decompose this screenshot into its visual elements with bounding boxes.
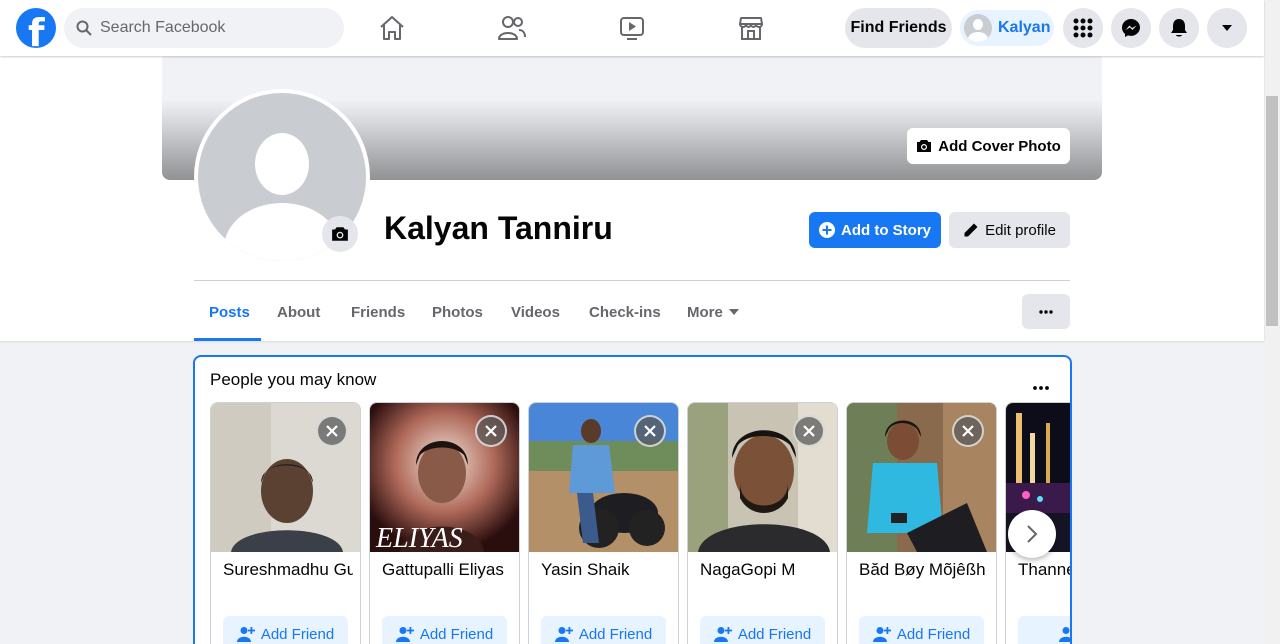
search-icon	[76, 20, 92, 36]
suggestion-name[interactable]: Sureshmadhu Gu	[223, 560, 353, 580]
dismiss-suggestion-button[interactable]	[316, 415, 348, 447]
edit-profile-label: Edit profile	[985, 221, 1056, 239]
scrollbar-thumb[interactable]	[1266, 96, 1278, 326]
friends-icon	[498, 16, 526, 40]
more-dots-icon	[1039, 309, 1053, 314]
suggestion-name[interactable]: Thanne	[1018, 560, 1070, 580]
account-button[interactable]	[1207, 8, 1247, 48]
add-friend-button[interactable]: Add Friend	[700, 616, 825, 644]
nav-friends[interactable]	[456, 4, 568, 52]
add-friend-icon	[1059, 627, 1070, 642]
photo-caption-text: ELIYAS	[375, 523, 463, 552]
plus-circle-icon	[819, 222, 835, 238]
edit-profile-button[interactable]: Edit profile	[949, 212, 1070, 248]
tab-videos[interactable]: Videos	[511, 282, 560, 342]
profile-name: Kalyan Tanniru	[384, 210, 613, 246]
add-to-story-label: Add to Story	[841, 221, 931, 239]
suggestion-name[interactable]: NagaGopi M	[700, 560, 830, 580]
page-scrollbar[interactable]	[1264, 0, 1280, 644]
profile-shortcut[interactable]: Kalyan	[960, 10, 1054, 46]
carousel-next-button[interactable]	[1008, 510, 1056, 558]
add-friend-icon	[554, 627, 573, 642]
people-you-may-know-title: People you may know	[210, 370, 377, 389]
tab-posts[interactable]: Posts	[209, 282, 250, 342]
avatar	[964, 14, 992, 42]
messenger-button[interactable]	[1111, 8, 1151, 48]
messenger-icon	[1122, 19, 1140, 37]
add-friend-label: Add Friend	[419, 625, 494, 643]
add-friend-label: Add Friend	[896, 625, 971, 643]
nav-marketplace[interactable]	[695, 4, 807, 52]
tab-check-ins[interactable]: Check-ins	[589, 282, 661, 342]
close-icon	[803, 425, 815, 437]
close-icon	[644, 425, 656, 437]
people-you-may-know-panel: People you may know Sureshmadhu Gu Add F…	[193, 355, 1072, 644]
more-dots-icon	[1033, 386, 1049, 390]
dismiss-suggestion-button[interactable]	[634, 415, 666, 447]
caret-down-icon	[1222, 25, 1232, 31]
chevron-right-icon	[1027, 525, 1038, 543]
add-friend-button[interactable]: Add Friend	[541, 616, 666, 644]
tab-photos[interactable]: Photos	[432, 282, 483, 342]
add-friend-label: Add Friend	[260, 625, 335, 643]
add-friend-button[interactable]: Ad	[1018, 616, 1070, 644]
notifications-button[interactable]	[1159, 8, 1199, 48]
add-friend-icon	[713, 627, 732, 642]
top-navigation-bar: f Find Friends Kalyan	[0, 0, 1264, 56]
update-profile-picture-button[interactable]	[322, 216, 358, 252]
profile-more-options-button[interactable]	[1022, 294, 1070, 329]
suggestion-name[interactable]: Gattupalli Eliyas	[382, 560, 512, 580]
close-icon	[485, 425, 497, 437]
add-friend-icon	[872, 627, 891, 642]
add-to-story-button[interactable]: Add to Story	[809, 212, 941, 248]
find-friends-button[interactable]: Find Friends	[845, 8, 952, 48]
tab-about[interactable]: About	[277, 282, 320, 342]
add-friend-label: Add Friend	[737, 625, 812, 643]
add-friend-button[interactable]: Add Friend	[859, 616, 984, 644]
add-friend-button[interactable]: Add Friend	[223, 616, 348, 644]
facebook-logo[interactable]: f	[16, 8, 56, 48]
suggestion-name[interactable]: Yasin Shaik	[541, 560, 671, 580]
add-cover-photo-button[interactable]: Add Cover Photo	[907, 128, 1070, 164]
camera-icon	[332, 227, 348, 241]
pymk-options-button[interactable]	[1033, 377, 1049, 395]
close-icon	[326, 425, 338, 437]
profile-shortcut-name: Kalyan	[998, 19, 1051, 36]
tab-more[interactable]: More	[687, 282, 739, 342]
marketplace-icon	[739, 17, 763, 40]
add-friend-button[interactable]: Add Friend	[382, 616, 507, 644]
close-icon	[962, 425, 974, 437]
suggestion-card[interactable]: Băd Bøy Mõjêßh Add Friend	[846, 402, 997, 644]
menu-button[interactable]	[1063, 8, 1103, 48]
tab-more-label: More	[687, 303, 723, 321]
bell-icon	[1171, 19, 1187, 37]
suggestion-name[interactable]: Băd Bøy Mõjêßh	[859, 560, 989, 580]
nav-home[interactable]	[336, 4, 448, 52]
video-icon	[620, 17, 644, 40]
home-icon	[380, 16, 404, 40]
add-friend-label: Add Friend	[578, 625, 653, 643]
add-friend-icon	[236, 627, 255, 642]
active-tab-indicator	[194, 338, 261, 341]
suggestion-card[interactable]: Sureshmadhu Gu Add Friend	[210, 402, 361, 644]
add-friend-icon	[395, 627, 414, 642]
camera-icon	[917, 140, 932, 152]
search-box[interactable]	[64, 8, 344, 48]
grid-menu-icon	[1073, 18, 1093, 38]
caret-down-icon	[728, 309, 739, 315]
header-divider	[194, 280, 1070, 281]
search-input[interactable]	[100, 8, 330, 48]
dismiss-suggestion-button[interactable]	[793, 415, 825, 447]
suggestion-card[interactable]: NagaGopi M Add Friend	[687, 402, 838, 644]
tab-friends[interactable]: Friends	[351, 282, 405, 342]
dismiss-suggestion-button[interactable]	[475, 415, 507, 447]
add-cover-photo-label: Add Cover Photo	[938, 137, 1061, 155]
pencil-icon	[964, 223, 978, 237]
suggestion-card[interactable]: ELIYAS Gattupalli Eliyas Add Friend	[369, 402, 520, 644]
dismiss-suggestion-button[interactable]	[952, 415, 984, 447]
suggestion-card[interactable]: Yasin Shaik Add Friend	[528, 402, 679, 644]
nav-watch[interactable]	[576, 4, 688, 52]
